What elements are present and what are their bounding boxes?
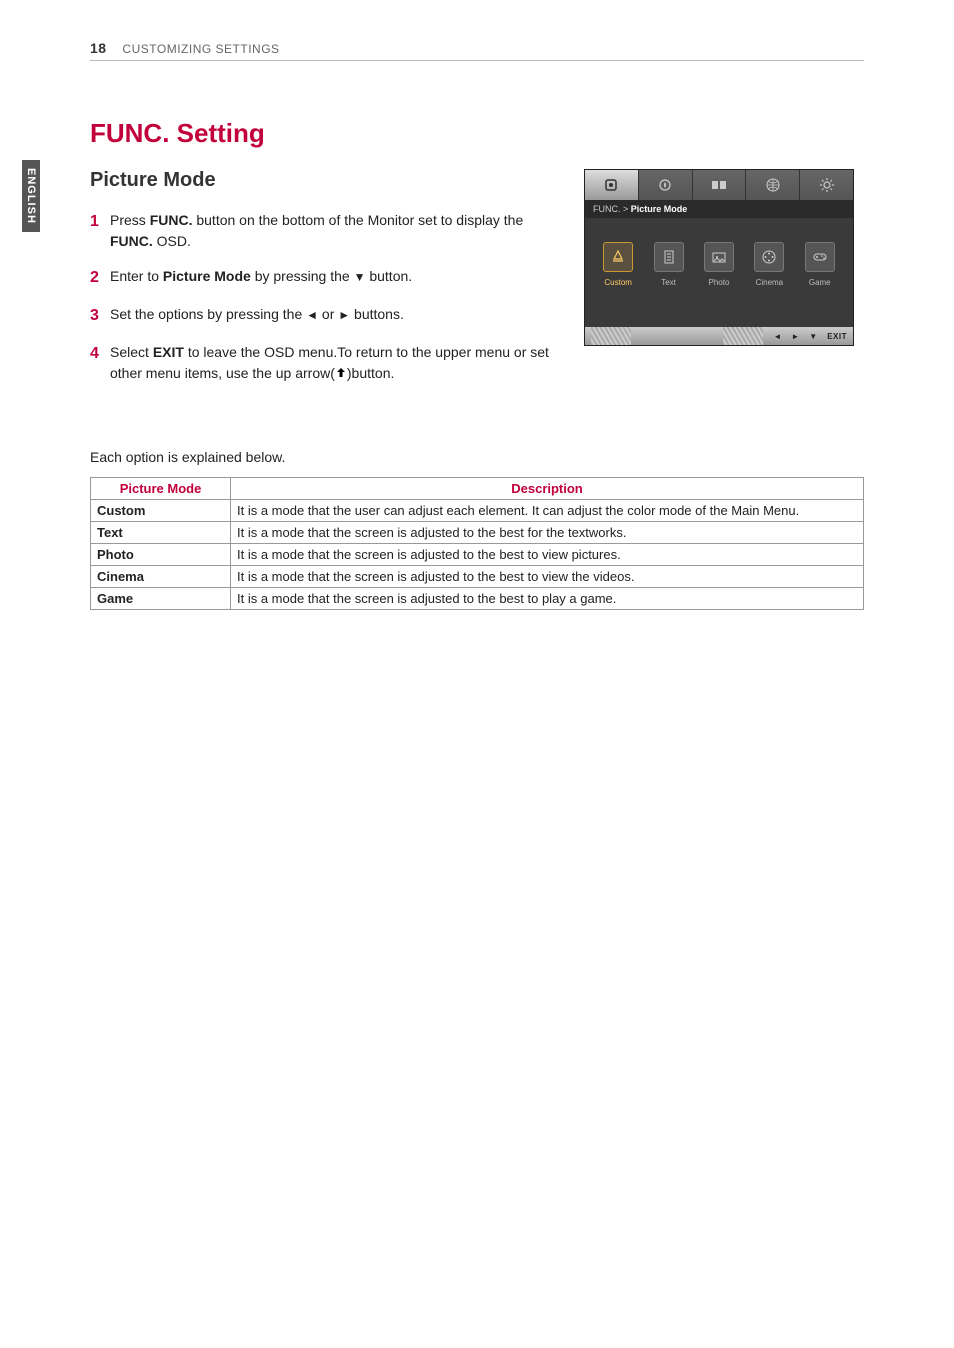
osd-nav-left[interactable]: ◄ (773, 332, 781, 341)
osd-mode-label: Text (661, 278, 676, 287)
header-section: CUSTOMIZING SETTINGS (122, 42, 279, 56)
section-title: FUNC. Setting (90, 118, 864, 149)
table-header-mode: Picture Mode (91, 477, 231, 499)
osd-nav-down[interactable]: ▼ (809, 332, 817, 341)
table-cell-name: Game (91, 587, 231, 609)
table-row: Game It is a mode that the screen is adj… (91, 587, 864, 609)
step-2: 2 Enter to Picture Mode by pressing the … (90, 266, 554, 290)
osd-tab-dual[interactable] (693, 170, 747, 200)
osd-footer-decor (723, 327, 763, 345)
step-4: 4 Select EXIT to leave the OSD menu.To r… (90, 342, 554, 385)
explain-text: Each option is explained below. (90, 449, 864, 465)
steps-list: 1 Press FUNC. button on the bottom of th… (90, 210, 554, 385)
table-header-row: Picture Mode Description (91, 477, 864, 499)
table-cell-name: Cinema (91, 565, 231, 587)
subsection-title: Picture Mode (90, 169, 554, 192)
table-cell-desc: It is a mode that the screen is adjusted… (231, 521, 864, 543)
table-row: Cinema It is a mode that the screen is a… (91, 565, 864, 587)
table-row: Text It is a mode that the screen is adj… (91, 521, 864, 543)
osd-tab-func[interactable] (585, 170, 639, 200)
table-header-desc: Description (231, 477, 864, 499)
left-arrow-icon: ◄ (306, 308, 318, 322)
table-cell-name: Custom (91, 499, 231, 521)
table-cell-desc: It is a mode that the screen is adjusted… (231, 565, 864, 587)
cinema-icon (754, 242, 784, 272)
step-1: 1 Press FUNC. button on the bottom of th… (90, 210, 554, 252)
step-number: 2 (90, 266, 110, 290)
step-3: 3 Set the options by pressing the ◄ or ►… (90, 304, 554, 328)
osd-body: Custom Text Photo Cinema (585, 218, 853, 327)
osd-mode-label: Game (809, 278, 831, 287)
osd-nav-right[interactable]: ► (791, 332, 799, 341)
osd-tab-settings[interactable] (800, 170, 853, 200)
text-icon (654, 242, 684, 272)
down-arrow-icon: ▼ (354, 270, 366, 284)
page-number: 18 (90, 40, 107, 56)
page-content: FUNC. Setting Picture Mode 1 Press FUNC.… (90, 118, 864, 610)
osd-mode-cinema[interactable]: Cinema (754, 242, 784, 287)
up-return-icon (335, 364, 347, 385)
osd-exit-button[interactable]: EXIT (827, 332, 847, 341)
osd-mode-custom[interactable]: Custom (603, 242, 633, 287)
osd-footer: ◄ ► ▼ EXIT (585, 327, 853, 345)
step-text: Enter to Picture Mode by pressing the ▼ … (110, 266, 554, 290)
osd-tab-row (585, 170, 853, 200)
step-text: Select EXIT to leave the OSD menu.To ret… (110, 342, 554, 385)
step-number: 4 (90, 342, 110, 385)
osd-mode-photo[interactable]: Photo (704, 242, 734, 287)
table-cell-desc: It is a mode that the screen is adjusted… (231, 543, 864, 565)
table-cell-name: Text (91, 521, 231, 543)
right-arrow-icon: ► (338, 308, 350, 322)
table-row: Custom It is a mode that the user can ad… (91, 499, 864, 521)
osd-mode-game[interactable]: Game (805, 242, 835, 287)
language-tab: ENGLISH (22, 160, 40, 232)
osd-mode-text[interactable]: Text (654, 242, 684, 287)
description-table: Picture Mode Description Custom It is a … (90, 477, 864, 610)
osd-breadcrumb: FUNC. > Picture Mode (585, 200, 853, 218)
table-cell-name: Photo (91, 543, 231, 565)
osd-tab-eco[interactable] (639, 170, 693, 200)
osd-mode-label: Custom (604, 278, 632, 287)
table-cell-desc: It is a mode that the screen is adjusted… (231, 587, 864, 609)
osd-tab-web[interactable] (746, 170, 800, 200)
custom-icon (603, 242, 633, 272)
step-text: Set the options by pressing the ◄ or ► b… (110, 304, 554, 328)
table-cell-desc: It is a mode that the user can adjust ea… (231, 499, 864, 521)
osd-footer-decor (591, 327, 631, 345)
game-icon (805, 242, 835, 272)
step-number: 3 (90, 304, 110, 328)
step-text: Press FUNC. button on the bottom of the … (110, 210, 554, 252)
table-row: Photo It is a mode that the screen is ad… (91, 543, 864, 565)
osd-preview-column: FUNC. > Picture Mode Custom Text Photo (584, 169, 864, 399)
photo-icon (704, 242, 734, 272)
osd-mode-label: Photo (709, 278, 730, 287)
instructions-column: Picture Mode 1 Press FUNC. button on the… (90, 169, 554, 399)
page-header: 18 CUSTOMIZING SETTINGS (90, 40, 864, 61)
step-number: 1 (90, 210, 110, 252)
osd-window: FUNC. > Picture Mode Custom Text Photo (584, 169, 854, 346)
osd-mode-label: Cinema (756, 278, 784, 287)
